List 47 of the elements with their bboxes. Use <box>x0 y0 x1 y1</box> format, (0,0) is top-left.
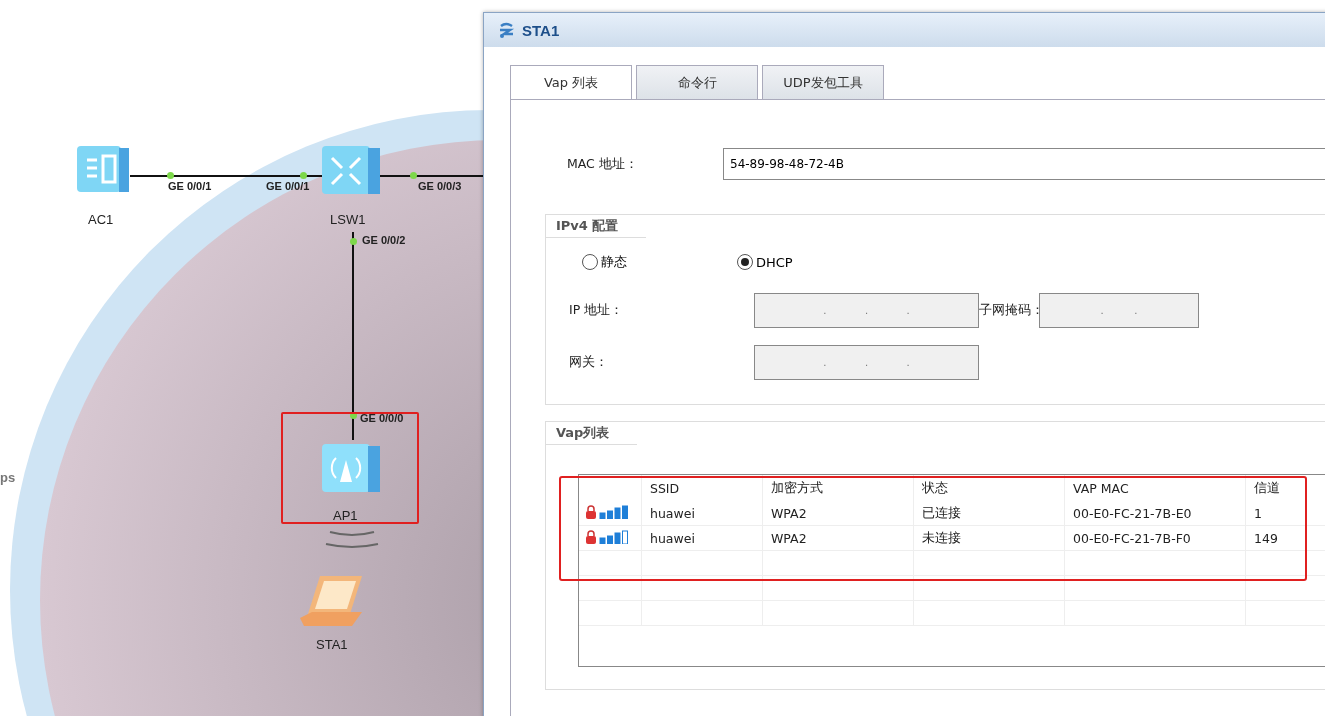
station-icon <box>498 21 516 39</box>
table-cell: 未连接 <box>913 525 1065 551</box>
port-label: GE 0/0/2 <box>362 234 406 246</box>
table-cell: 已连接 <box>913 501 1065 526</box>
port-label: GE 0/0/3 <box>418 180 462 192</box>
column-header: VAP MAC <box>1064 475 1246 501</box>
tab[interactable]: 命令行 <box>636 65 758 99</box>
table-cell: WPA2 <box>762 501 914 526</box>
port-dot <box>350 238 357 245</box>
table-cell: 1 <box>1245 501 1325 526</box>
tab[interactable]: Vap 列表 <box>510 65 632 99</box>
tab[interactable]: UDP发包工具 <box>762 65 884 99</box>
window-title: STA1 <box>522 21 560 39</box>
port-dot <box>300 172 307 179</box>
column-header: SSID <box>641 475 763 501</box>
field-label: MAC 地址： <box>567 155 639 173</box>
port-dot <box>167 172 174 179</box>
field-label: 网关： <box>569 354 609 371</box>
device-label: STA1 <box>316 637 348 652</box>
radio-label: DHCP <box>756 254 793 270</box>
radio-label: 静态 <box>601 253 627 271</box>
port-dot <box>350 412 357 419</box>
mac-input-field[interactable]: 54-89-98-48-72-4B <box>723 148 1325 180</box>
radio-button[interactable] <box>582 254 598 270</box>
table-cell: 00-E0-FC-21-7B-F0 <box>1064 525 1246 551</box>
port-label: GE 0/0/1 <box>168 180 212 192</box>
table-cell: huawei <box>641 501 763 526</box>
table-cell: WPA2 <box>762 525 914 551</box>
port-label: GE 0/0/0 <box>360 412 404 424</box>
device-label: AP1 <box>333 508 358 523</box>
field-label: IP 地址： <box>569 302 625 319</box>
table-cell: 149 <box>1245 525 1325 551</box>
port-dot <box>410 172 417 179</box>
radio-button[interactable] <box>737 254 753 270</box>
column-header: 信道 <box>1245 475 1325 501</box>
field-label: 子网掩码： <box>979 302 1039 319</box>
table-cell: 00-E0-FC-21-7B-E0 <box>1064 501 1246 526</box>
ip-address-field[interactable]: . . . <box>754 293 979 328</box>
device-label: AC1 <box>88 212 114 227</box>
column-header: 状态 <box>913 475 1065 501</box>
device-label: LSW1 <box>330 212 366 227</box>
ip-address-field[interactable]: . . . <box>754 345 979 380</box>
cut-off-label: ps <box>0 470 16 485</box>
column-header: 加密方式 <box>762 475 914 501</box>
table-cell: huawei <box>641 525 763 551</box>
port-label: GE 0/0/1 <box>266 180 310 192</box>
ip-address-field[interactable]: . . <box>1039 293 1199 328</box>
